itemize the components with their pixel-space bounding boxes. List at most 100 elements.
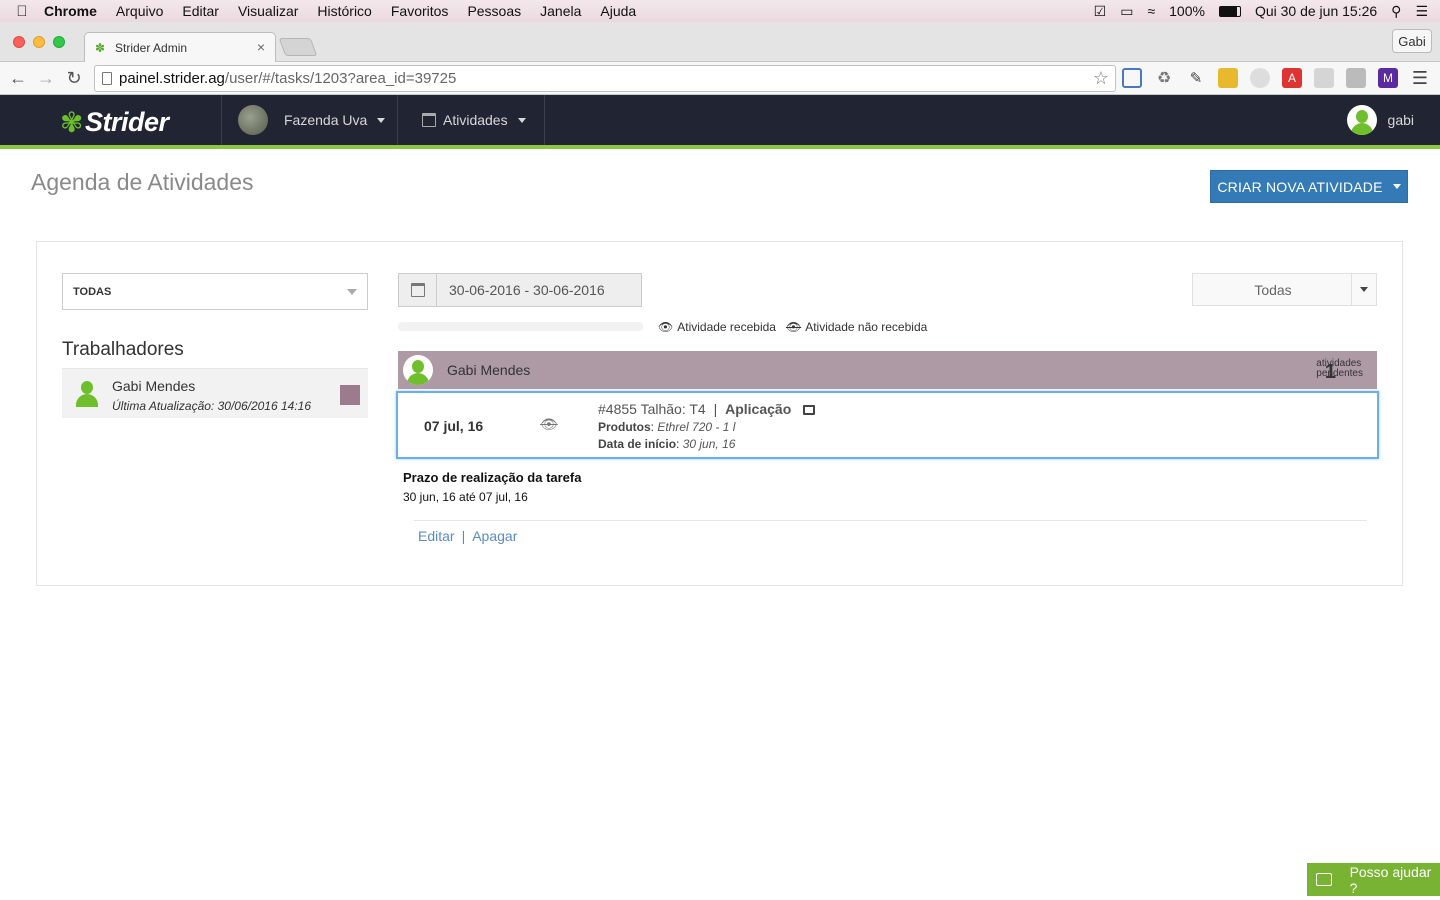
create-activity-button[interactable]: CRIAR NOVA ATIVIDADE (1210, 170, 1408, 203)
deadline-value: 30 jun, 16 até 07 jul, 16 (403, 490, 528, 504)
date-range-icon-box[interactable] (399, 274, 437, 306)
deadline-title: Prazo de realização da tarefa (403, 470, 582, 485)
ruler-icon[interactable] (1218, 68, 1238, 88)
menu-favoritos[interactable]: Favoritos (391, 3, 449, 19)
delete-link[interactable]: Apagar (472, 528, 517, 544)
task-start-date: Data de início: 30 jun, 16 (598, 437, 736, 451)
clock[interactable]: Qui 30 de jun 15:26 (1255, 3, 1377, 19)
start-date-value: 30 jun, 16 (682, 437, 736, 451)
status-filter-select[interactable]: Todas (1192, 273, 1377, 306)
extension-m-icon[interactable]: M (1378, 68, 1398, 88)
menu-app-name[interactable]: Chrome (44, 3, 97, 19)
tab-title: Strider Admin (115, 40, 188, 55)
vue-devtools-icon[interactable] (1250, 68, 1270, 88)
task-id-plot: #4855 Talhão: T4 (598, 401, 706, 417)
browser-toolbar: ← → ↻ painel.strider.ag/user/#/tasks/120… (0, 62, 1440, 95)
farm-dropdown[interactable]: Fazenda Uva (238, 95, 386, 145)
user-menu[interactable]: gabi (1346, 95, 1414, 145)
date-range-picker[interactable]: 30-06-2016 - 30-06-2016 (398, 273, 642, 307)
legend: 👁 Atividade recebida 👁 Atividade não receb… (658, 320, 927, 334)
user-label: gabi (1387, 112, 1414, 128)
worker-filter-select[interactable]: TODAS (62, 273, 368, 310)
menu-ajuda[interactable]: Ajuda (600, 3, 636, 19)
back-arrow-icon[interactable]: ← (7, 68, 29, 88)
bookmark-star-icon[interactable]: ☆ (1093, 68, 1109, 89)
profile-button[interactable]: Gabi (1392, 29, 1432, 53)
help-chat-widget[interactable]: Posso ajudar ? (1307, 863, 1440, 896)
pending-label-line2: pendentes (1316, 368, 1363, 379)
menu-visualizar[interactable]: Visualizar (238, 3, 298, 19)
worker-group-header[interactable]: Gabi Mendes 1 atividades pendentes (398, 351, 1377, 389)
farm-avatar (238, 105, 268, 135)
forward-arrow-icon[interactable]: → (35, 68, 57, 88)
close-window-button[interactable] (13, 36, 25, 48)
app-header (0, 95, 1440, 145)
task-card[interactable]: 07 jul, 16 👁 #4855 Talhão: T4 | Aplicaçã… (396, 391, 1379, 459)
avatar-head (81, 381, 93, 394)
worker-list-item[interactable]: Gabi Mendes Última Atualização: 30/06/20… (62, 368, 368, 418)
worker-name: Gabi Mendes (112, 378, 196, 394)
menu-editar[interactable]: Editar (182, 3, 219, 19)
wifi-icon[interactable]: ≈ (1147, 3, 1155, 19)
eye-slash-icon: 👁 (785, 320, 802, 334)
eyedropper-icon[interactable]: ✎ (1186, 68, 1206, 88)
menu-arquivo[interactable]: Arquivo (116, 3, 163, 19)
calendar-icon (410, 283, 425, 297)
edit-link[interactable]: Editar (418, 528, 455, 544)
checklist-icon[interactable]: ☑ (1094, 3, 1107, 20)
menu-historico[interactable]: Histórico (317, 3, 371, 19)
chevron-down-icon (1360, 287, 1368, 292)
url-host: painel.strider.ag (119, 70, 225, 87)
new-tab-button[interactable] (278, 38, 318, 56)
eye-icon: 👁 (658, 320, 674, 334)
address-bar[interactable]: painel.strider.ag/user/#/tasks/1203?area… (94, 65, 1116, 92)
avatar-body (407, 373, 429, 385)
received-progress-bar (398, 322, 643, 331)
divider (414, 520, 1367, 521)
nav-divider (544, 95, 545, 145)
zoom-window-button[interactable] (53, 36, 65, 48)
farm-label: Fazenda Uva (284, 112, 368, 128)
puzzle-icon[interactable] (1346, 68, 1366, 88)
logo-text: Strider (84, 106, 169, 137)
group-name: Gabi Mendes (447, 362, 531, 378)
notification-center-icon[interactable]: ☰ (1415, 3, 1428, 20)
dropdown-arrow-icon (347, 289, 357, 295)
status-filter-toggle[interactable] (1351, 274, 1376, 305)
chat-icon (1316, 873, 1332, 886)
user-avatar (1346, 105, 1377, 135)
browser-tabstrip: ✽ Strider Admin × Gabi (0, 22, 1440, 62)
battery-icon[interactable] (1218, 5, 1241, 17)
recycle-icon[interactable]: ♻ (1154, 68, 1174, 88)
strider-favicon-icon: ✽ (95, 40, 106, 55)
calendar-icon (422, 113, 436, 127)
group-avatar (403, 355, 433, 385)
reload-icon[interactable]: ↻ (63, 68, 85, 88)
activities-dropdown[interactable]: Atividades (422, 95, 526, 145)
chrome-menu-icon[interactable]: ☰ (1410, 68, 1430, 88)
products-label: Produtos (598, 420, 651, 434)
worker-avatar (72, 377, 102, 407)
eye-slash-icon: 👁 (540, 416, 558, 432)
cast-icon[interactable] (1122, 68, 1142, 88)
task-date: 07 jul, 16 (424, 418, 484, 434)
print-icon[interactable] (803, 405, 816, 415)
header-accent-line (0, 145, 1440, 149)
worker-color-swatch[interactable] (340, 385, 360, 405)
battery-percent[interactable]: 100% (1169, 3, 1205, 19)
menu-janela[interactable]: Janela (540, 3, 581, 19)
avatar-body (76, 394, 98, 407)
menu-pessoas[interactable]: Pessoas (467, 3, 521, 19)
page-title: Agenda de Atividades (31, 169, 254, 195)
airplay-icon[interactable]: ▭ (1120, 3, 1133, 20)
legend-not-received: 👁 Atividade não recebida (786, 320, 927, 334)
avatar-body (1350, 123, 1373, 135)
strider-logo[interactable]: ✾ Strider (60, 106, 169, 138)
spotlight-icon[interactable]: ⚲ (1391, 3, 1401, 20)
browser-tab[interactable]: ✽ Strider Admin × (84, 32, 276, 62)
drive-icon[interactable] (1314, 68, 1334, 88)
minimize-window-button[interactable] (33, 36, 45, 48)
apple-menu-icon[interactable]:  (0, 3, 44, 20)
angular-icon[interactable]: A (1282, 68, 1302, 88)
tab-close-icon[interactable]: × (257, 39, 265, 55)
